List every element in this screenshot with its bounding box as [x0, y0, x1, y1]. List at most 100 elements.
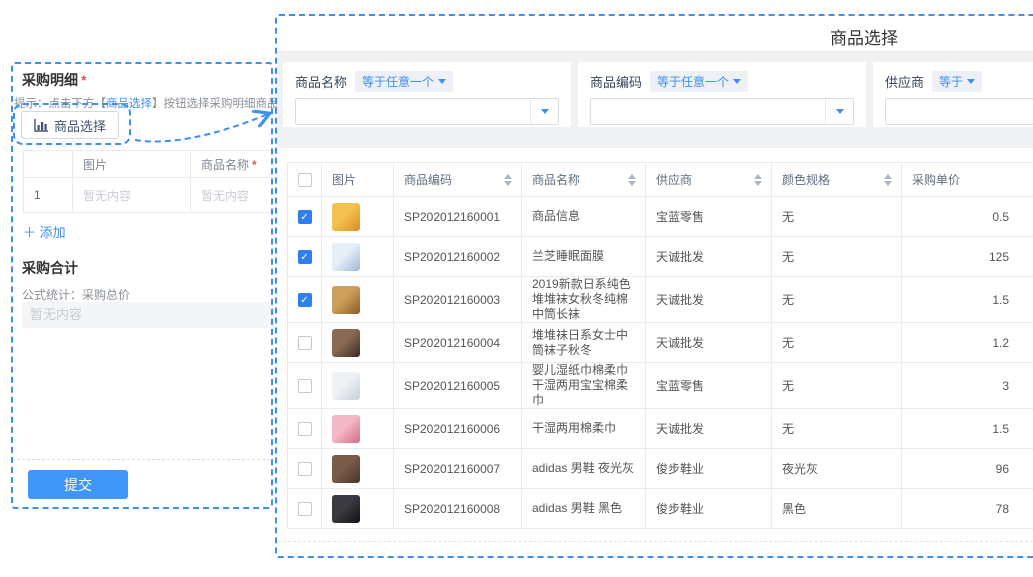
product-price-cell: 78 [902, 489, 1033, 529]
select-all-checkbox[interactable] [298, 173, 312, 187]
product-image-dark-socks [332, 329, 360, 357]
product-name-cell: 婴儿湿纸巾棉柔巾干湿两用宝宝棉柔巾 [522, 363, 646, 409]
product-image-cell [322, 277, 394, 323]
product-name-cell: 干湿两用棉柔巾 [522, 409, 646, 449]
product-price-cell: 1.2 [902, 323, 1033, 363]
hint-link: 商品选择 [106, 98, 152, 110]
modal-title: 商品选择 [830, 24, 898, 49]
row-checkbox[interactable] [298, 379, 312, 393]
product-price-cell: 1.5 [902, 409, 1033, 449]
row-checkbox[interactable] [298, 462, 312, 476]
product-select-button[interactable]: 商品选择 [21, 111, 119, 139]
formula-label: 公式统计：采购总价 [22, 286, 130, 303]
filter-product-name: 商品名称 等于任意一个 [283, 62, 571, 127]
row-checkbox-cell [288, 489, 322, 529]
product-code-cell: SP202012160005 [394, 363, 522, 409]
sort-icon[interactable] [628, 174, 636, 186]
product-spec-cell: 无 [772, 363, 902, 409]
product-supplier-cell: 俊步鞋业 [646, 489, 772, 529]
bar-chart-icon [34, 119, 48, 132]
col-name[interactable]: 商品名称 [522, 163, 646, 197]
product-code-cell: SP202012160002 [394, 237, 522, 277]
product-spec-cell: 无 [772, 197, 902, 237]
hint-prefix: 提示：点击下方【 [14, 98, 106, 110]
submit-button[interactable]: 提交 [28, 470, 128, 499]
filter-value-input[interactable] [885, 98, 1033, 125]
product-price-cell: 3 [902, 363, 1033, 409]
row-checkbox[interactable]: ✓ [298, 250, 312, 264]
filter-label: 商品编码 [590, 72, 642, 91]
product-spec-cell: 无 [772, 323, 902, 363]
row-checkbox[interactable]: ✓ [298, 293, 312, 307]
product-name-cell: 堆堆袜日系女士中筒袜子秋冬 [522, 323, 646, 363]
row-checkbox-cell: ✓ [288, 237, 322, 277]
col-price[interactable]: 采购单价 [902, 163, 1033, 197]
detail-row: 1 暂无内容 暂无内容 [24, 178, 286, 213]
purchase-total-title: 采购合计 [22, 258, 78, 278]
col-image: 图片 [322, 163, 394, 197]
sort-icon[interactable] [754, 174, 762, 186]
product-name-cell: 兰芝睡眠面膜 [522, 237, 646, 277]
product-supplier-cell: 宝蓝零售 [646, 197, 772, 237]
dropdown-toggle[interactable] [825, 99, 853, 124]
product-price-cell: 1.5 [902, 277, 1033, 323]
footer-divider [12, 459, 270, 460]
product-name-cell: adidas 男鞋 黑色 [522, 489, 646, 529]
filter-label: 供应商 [885, 72, 924, 91]
filter-operator-dropdown[interactable]: 等于 [932, 71, 982, 92]
filter-supplier: 供应商 等于 [873, 62, 1033, 127]
row-checkbox[interactable]: ✓ [298, 210, 312, 224]
sort-icon[interactable] [884, 174, 892, 186]
row-checkbox[interactable] [298, 336, 312, 350]
product-name-cell: 商品信息 [522, 197, 646, 237]
row-checkbox[interactable] [298, 422, 312, 436]
required-asterisk: * [81, 72, 86, 88]
detail-name-cell[interactable]: 暂无内容 [191, 178, 286, 213]
filter-operator-dropdown[interactable]: 等于任意一个 [650, 71, 748, 92]
row-checkbox[interactable] [298, 502, 312, 516]
chevron-down-icon [836, 109, 844, 114]
detail-col-name: 商品名称* [191, 151, 286, 178]
col-spec[interactable]: 颜色规格 [772, 163, 902, 197]
row-checkbox-cell [288, 409, 322, 449]
product-code-cell: SP202012160006 [394, 409, 522, 449]
chevron-down-icon [733, 79, 741, 84]
filter-value-input[interactable] [590, 98, 854, 125]
product-price-cell: 0.5 [902, 197, 1033, 237]
product-supplier-cell: 宝蓝零售 [646, 363, 772, 409]
product-image-cell [322, 197, 394, 237]
dropdown-toggle[interactable] [530, 99, 558, 124]
product-select-modal: 商品选择 商品名称 等于任意一个 商品编码 等于任意一个 [277, 16, 1033, 556]
col-code[interactable]: 商品编码 [394, 163, 522, 197]
detail-image-cell[interactable]: 暂无内容 [73, 178, 191, 213]
col-supplier[interactable]: 供应商 [646, 163, 772, 197]
chevron-down-icon [967, 79, 975, 84]
row-checkbox-cell [288, 449, 322, 489]
product-select-button-label: 商品选择 [54, 116, 106, 135]
product-code-cell: SP202012160008 [394, 489, 522, 529]
modal-header: 商品选择 [277, 16, 1033, 52]
product-image-cell [322, 449, 394, 489]
purchase-hint: 提示：点击下方【商品选择】按钮选择采购明细商品 [14, 95, 279, 111]
product-code-cell: SP202012160004 [394, 323, 522, 363]
sort-icon[interactable] [504, 174, 512, 186]
product-image-black-sneaker [332, 495, 360, 523]
product-image-cell [322, 323, 394, 363]
product-image-brown-boot [332, 455, 360, 483]
product-row: ✓SP202012160001商品信息宝蓝零售无0.5 [288, 197, 1033, 237]
filter-operator-dropdown[interactable]: 等于任意一个 [355, 71, 453, 92]
product-supplier-cell: 天诚批发 [646, 323, 772, 363]
product-row: ✓SP202012160002兰芝睡眠面膜天诚批发无125 [288, 237, 1033, 277]
add-row-link[interactable]: ＋ 添加 [23, 222, 66, 241]
filter-strip: 商品名称 等于任意一个 商品编码 等于任意一个 供应商 [277, 52, 1033, 148]
product-row: ✓SP2020121600032019新款日系纯色堆堆袜女秋冬纯棉中筒长袜天诚批… [288, 277, 1033, 323]
product-supplier-cell: 天诚批发 [646, 237, 772, 277]
product-row: SP202012160007adidas 男鞋 夜光灰俊步鞋业夜光灰96 [288, 449, 1033, 489]
filter-label: 商品名称 [295, 72, 347, 91]
filter-value-input[interactable] [295, 98, 559, 125]
product-image-colorful-socks-stack [332, 286, 360, 314]
detail-col-image: 图片 [73, 151, 191, 178]
select-all-header [288, 163, 322, 197]
product-row: SP202012160004堆堆袜日系女士中筒袜子秋冬天诚批发无1.2 [288, 323, 1033, 363]
app-stage: 采购明细* 提示：点击下方【商品选择】按钮选择采购明细商品 商品选择 图片 商品… [0, 0, 1033, 577]
